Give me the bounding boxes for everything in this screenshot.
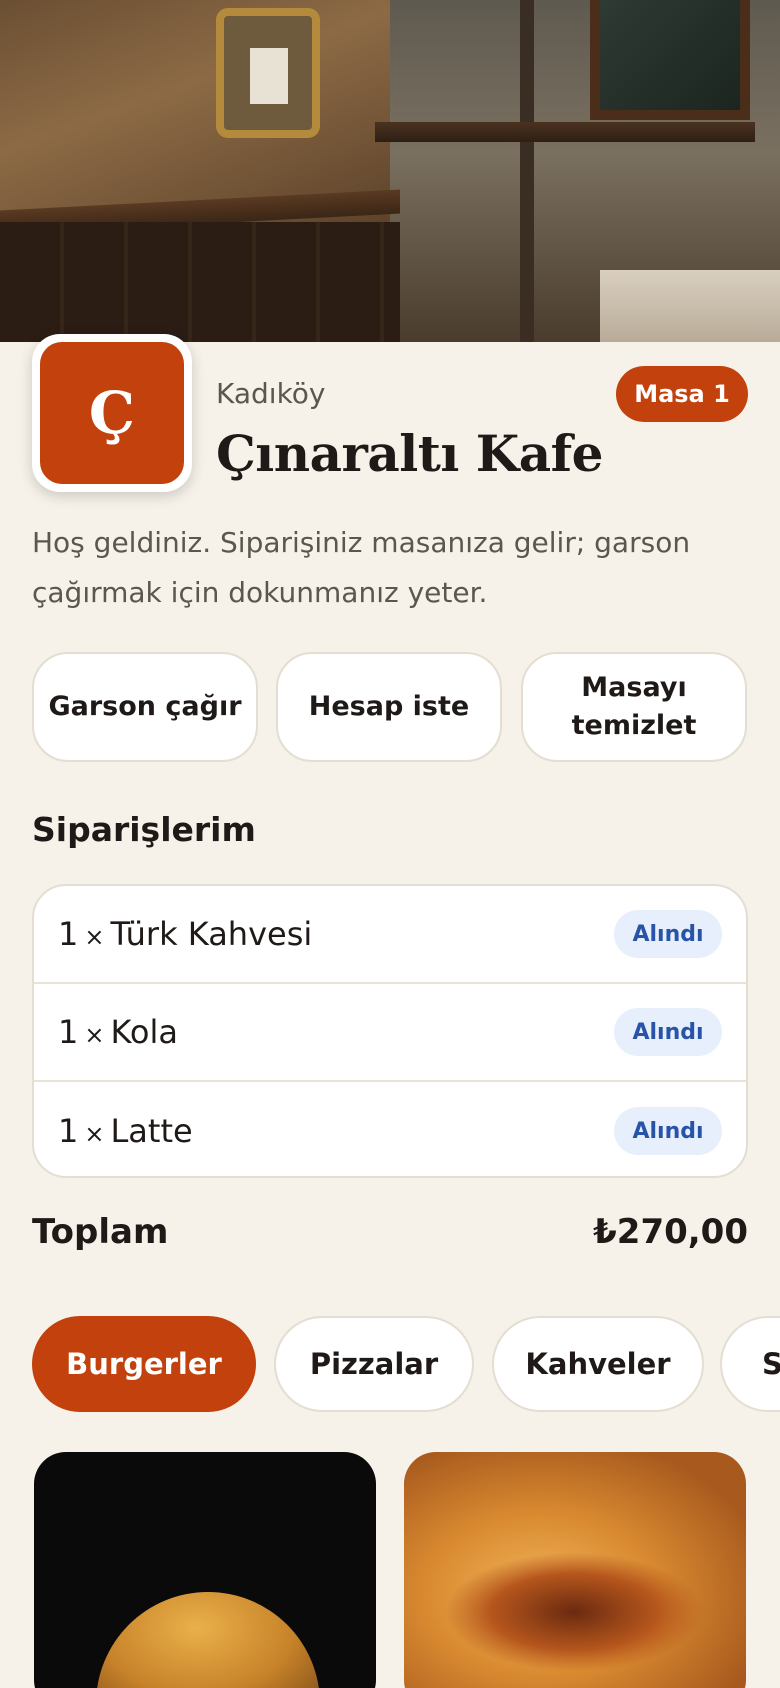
total-value: ₺270,00 [593, 1212, 748, 1252]
product-card-burger-image[interactable] [34, 1452, 376, 1688]
hero-image [0, 0, 780, 342]
clean-table-button[interactable]: Masayı temizlet [521, 652, 747, 762]
cafe-name: Çınaraltı Kafe [216, 424, 603, 483]
burger-bun-shape [96, 1592, 320, 1688]
order-name: Türk Kahvesi [110, 915, 313, 953]
order-qty: 1 [58, 1112, 79, 1150]
total-label: Toplam [32, 1212, 169, 1252]
logo-letter: Ç [40, 342, 184, 484]
order-qty: 1 [58, 915, 79, 953]
orders-list: 1 × Türk Kahvesi Alındı 1 × Kola Alındı 1 × La… [32, 884, 748, 1178]
tab-kahveler[interactable]: Kahveler [492, 1316, 704, 1412]
tab-pizzalar[interactable]: Pizzalar [274, 1316, 474, 1412]
table-badge: Masa 1 [616, 366, 748, 422]
order-name: Kola [110, 1013, 178, 1051]
order-item: 1 × Türk Kahvesi Alındı [34, 886, 746, 984]
cafe-district: Kadıköy [216, 377, 326, 410]
request-bill-button[interactable]: Hesap iste [276, 652, 502, 762]
cafe-logo: Ç [32, 334, 192, 492]
order-item: 1 × Latte Alındı [34, 1082, 746, 1176]
order-times: × [84, 923, 105, 951]
order-name: Latte [110, 1112, 193, 1150]
order-item: 1 × Kola Alındı [34, 984, 746, 1082]
product-card-cheeseburger-image[interactable] [404, 1452, 746, 1688]
tab-partial[interactable]: S [720, 1316, 780, 1412]
orders-title: Siparişlerim [32, 810, 256, 849]
status-badge: Alındı [614, 910, 722, 958]
welcome-text: Hoş geldiniz. Siparişiniz masanıza gelir… [32, 526, 691, 609]
status-badge: Alındı [614, 1107, 722, 1155]
order-times: × [84, 1021, 105, 1049]
call-waiter-button[interactable]: Garson çağır [32, 652, 258, 762]
status-badge: Alındı [614, 1008, 722, 1056]
cheese-melt-shape [444, 1552, 704, 1672]
order-qty: 1 [58, 1013, 79, 1051]
tab-burgerler[interactable]: Burgerler [32, 1316, 256, 1412]
order-times: × [84, 1120, 105, 1148]
